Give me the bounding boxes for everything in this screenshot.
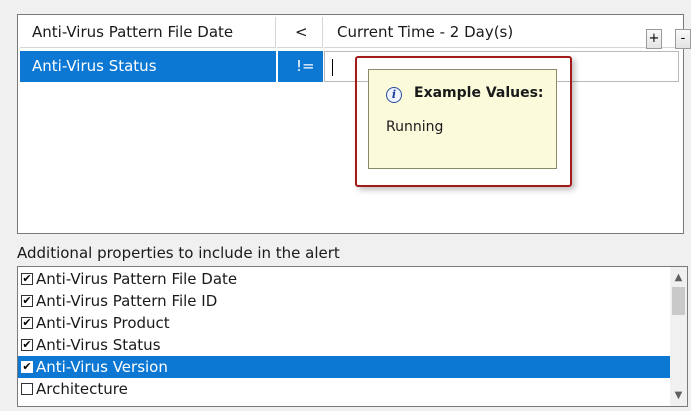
list-item-label: Anti-Virus Version	[36, 358, 168, 376]
condition-operator[interactable]: !=	[277, 51, 323, 82]
condition-value[interactable]: Current Time - 2 Day(s)	[324, 17, 679, 48]
condition-row[interactable]: Anti-Virus Pattern File Date < Current T…	[18, 17, 691, 49]
checkbox-checked[interactable]: ✔	[21, 317, 33, 329]
vertical-scrollbar[interactable]: ▲ ▼	[670, 267, 687, 406]
text-caret	[332, 59, 333, 76]
checkbox-checked[interactable]: ✔	[21, 361, 33, 373]
condition-operator[interactable]: <	[277, 17, 323, 48]
condition-property[interactable]: Anti-Virus Pattern File Date	[20, 17, 276, 48]
scroll-up-icon[interactable]: ▲	[670, 269, 687, 286]
scroll-down-icon[interactable]: ▼	[670, 387, 687, 404]
info-icon: i	[386, 87, 402, 103]
condition-row-selected[interactable]: Anti-Virus Status !=	[18, 51, 683, 82]
tooltip-example-value: Running	[386, 119, 444, 135]
list-item[interactable]: ✔ Anti-Virus Product	[18, 312, 670, 334]
decrement-button[interactable]: -	[675, 29, 691, 49]
condition-grid: Anti-Virus Pattern File Date < Current T…	[17, 14, 691, 234]
list-item-label: Anti-Virus Pattern File Date	[36, 270, 238, 288]
checkbox-unchecked[interactable]	[21, 383, 33, 395]
condition-property[interactable]: Anti-Virus Status	[20, 51, 276, 82]
increment-button[interactable]: +	[646, 29, 662, 49]
list-item[interactable]: ✔ Anti-Virus Version	[18, 356, 670, 378]
list-item-label: Anti-Virus Status	[36, 336, 161, 354]
checkbox-checked[interactable]: ✔	[21, 273, 33, 285]
list-item[interactable]: ✔ Anti-Virus Status	[18, 334, 670, 356]
list-item-label: Architecture	[36, 380, 128, 398]
additional-properties-label: Additional properties to include in the …	[17, 244, 340, 262]
scrollbar-thumb[interactable]	[672, 287, 685, 315]
list-item-label: Anti-Virus Pattern File ID	[36, 292, 218, 310]
list-item[interactable]: Architecture	[18, 378, 670, 400]
additional-properties-list[interactable]: ✔ Anti-Virus Pattern File Date ✔ Anti-Virus…	[17, 266, 688, 407]
tooltip-title: Example Values:	[414, 85, 544, 101]
checkbox-checked[interactable]: ✔	[21, 295, 33, 307]
example-values-tooltip: i Example Values: Running	[368, 69, 557, 169]
list-item[interactable]: ✔ Anti-Virus Pattern File ID	[18, 290, 670, 312]
list-item[interactable]: ✔ Anti-Virus Pattern File Date	[18, 268, 670, 290]
list-item-label: Anti-Virus Product	[36, 314, 170, 332]
checkbox-checked[interactable]: ✔	[21, 339, 33, 351]
